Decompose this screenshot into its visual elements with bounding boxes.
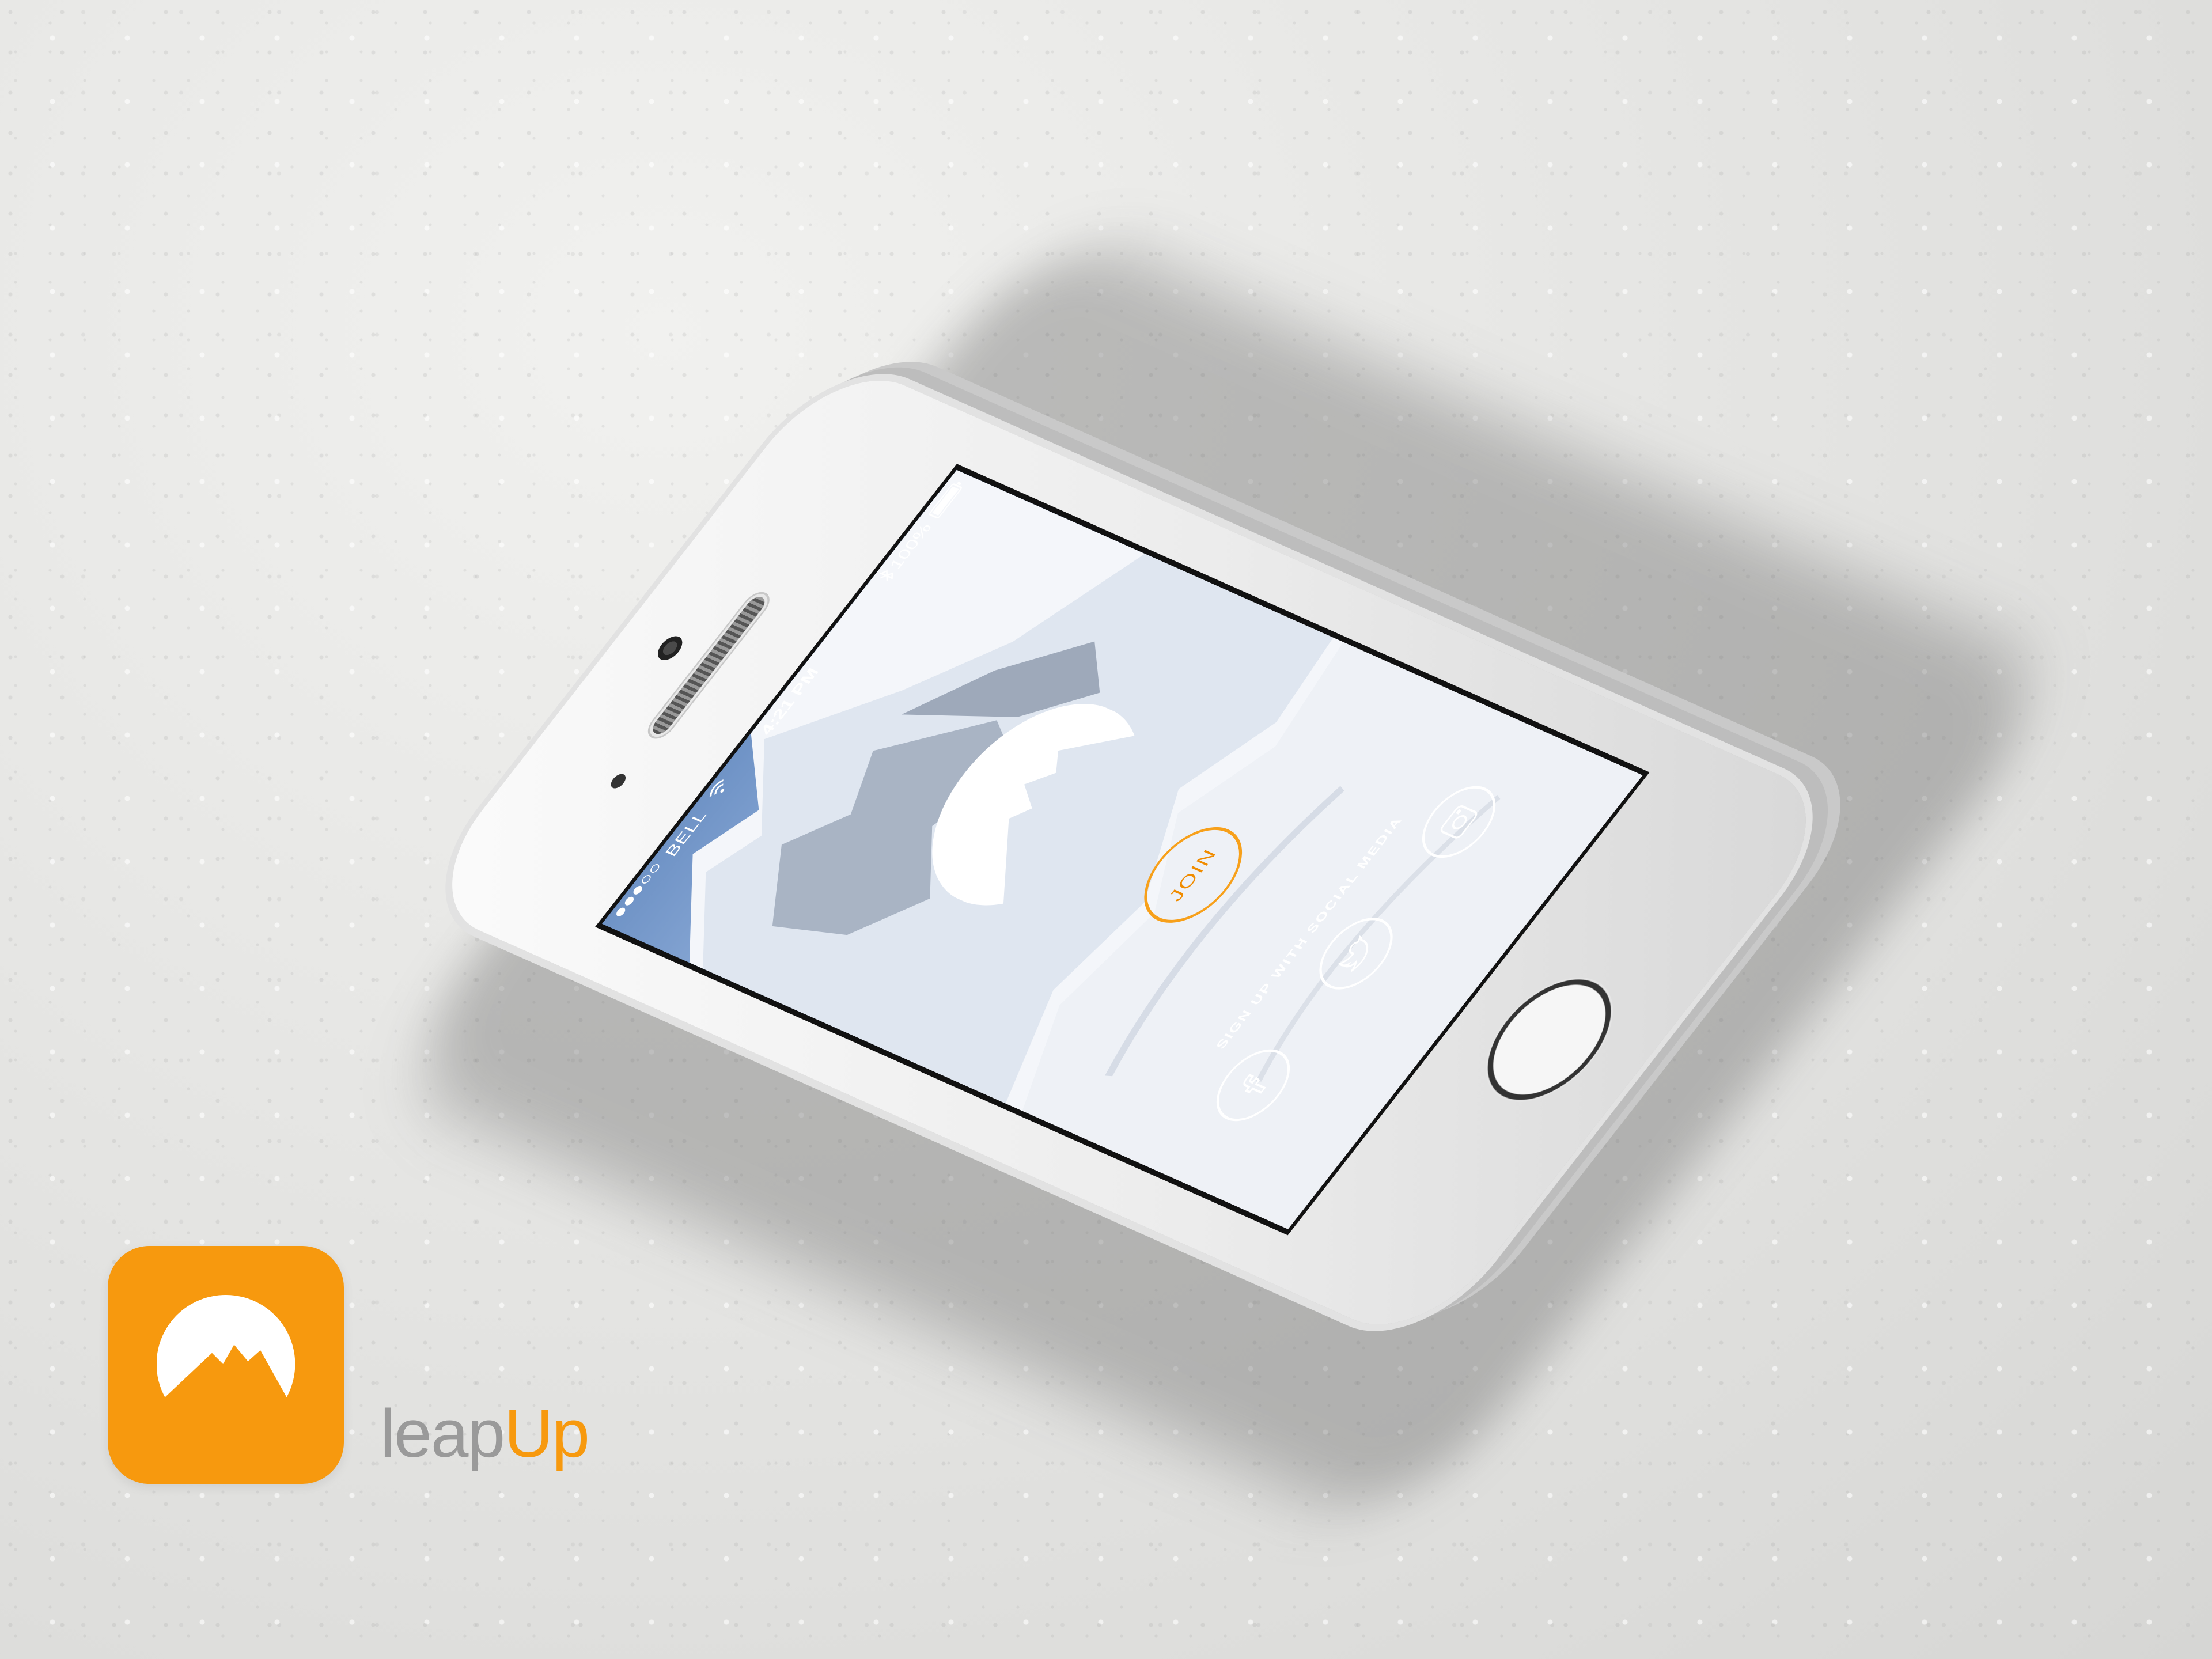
app-icon xyxy=(108,1246,344,1484)
twitter-icon xyxy=(1338,935,1369,972)
brand-name: leapUp xyxy=(380,1400,590,1468)
facebook-icon xyxy=(1243,1074,1266,1094)
instagram-icon xyxy=(1440,805,1478,839)
brand-name-part2: Up xyxy=(504,1396,590,1472)
mountain-logo-icon xyxy=(157,1295,295,1397)
brand-name-part1: leap xyxy=(380,1396,505,1472)
